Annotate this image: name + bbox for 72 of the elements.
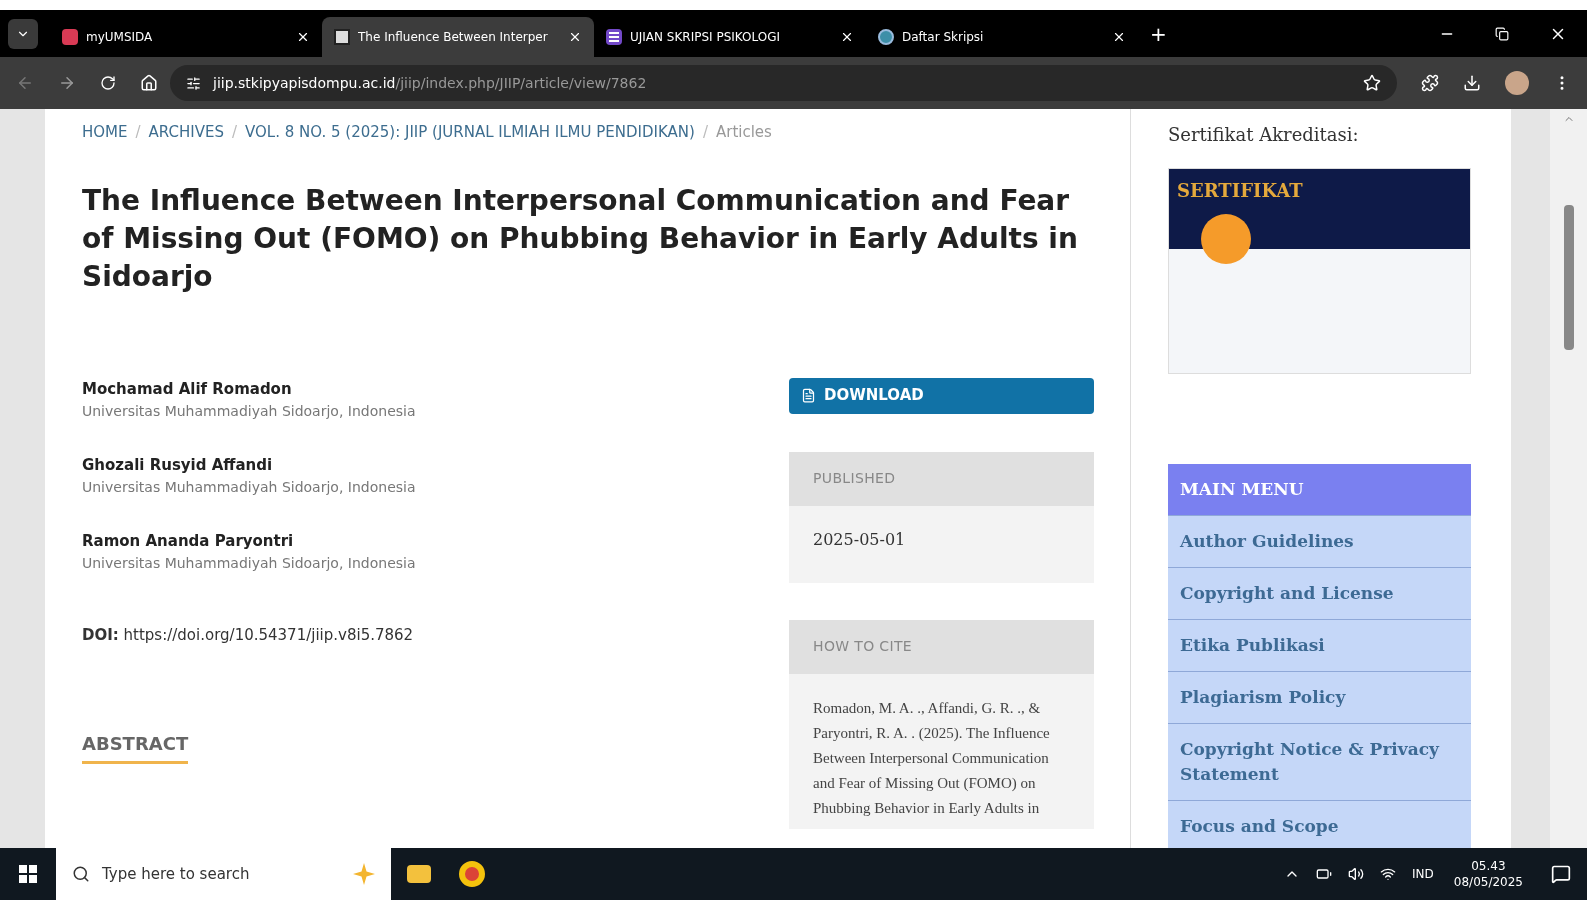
- abstract-heading: ABSTRACT: [82, 730, 189, 764]
- breadcrumb-current: Articles: [715, 122, 772, 143]
- tab-menu-button[interactable]: [8, 18, 38, 49]
- doi-link[interactable]: https://doi.org/10.54371/jiip.v8i5.7862: [123, 625, 414, 644]
- tab-title: myUMSIDA: [86, 29, 154, 46]
- list-icon: [606, 29, 622, 45]
- citation-text: Romadon, M. A. ., Affandi, G. R. ., & Paryontri, R. A. . (2025). The Influence Between Interpersonal Communication and Fear of Missing Out (FOMO) on Phubbing Behavior in Early Adults in: [812, 698, 1051, 818]
- certificate-heading: Sertifikat Akreditasi:: [1168, 123, 1360, 147]
- breadcrumb-separator: /: [231, 122, 237, 143]
- browser-icon[interactable]: [459, 861, 485, 887]
- windows-icon[interactable]: [19, 865, 37, 883]
- breadcrumb-separator: /: [135, 122, 141, 143]
- globe-icon: [878, 29, 894, 45]
- article-title: The Influence Between Interpersonal Communication and Fear of Missing Out (FOMO) on Phubbing Behavior in Early Adults in Sidoarjo: [82, 182, 1079, 295]
- breadcrumb-link[interactable]: HOME: [82, 121, 128, 144]
- author-affiliation: Universitas Muhammadiyah Sidoarjo, Indonesia: [82, 401, 417, 421]
- tab-title: Daftar Skripsi: [902, 29, 985, 46]
- home-icon[interactable]: [140, 74, 158, 92]
- close-icon[interactable]: [568, 30, 582, 44]
- address-bar[interactable]: jiip.stkipyapisdompu.ac.id/jiip/index.php/JIIP/article/view/7862: [170, 65, 1397, 101]
- restore-icon[interactable]: [1495, 26, 1509, 41]
- published-date: 2025-05-01: [812, 529, 907, 551]
- network-icon[interactable]: [1380, 866, 1397, 882]
- tab-title: The Influence Between Interper: [358, 29, 549, 46]
- star-icon[interactable]: [1363, 74, 1381, 92]
- author-affiliation: Universitas Muhammadiyah Sidoarjo, Indonesia: [82, 477, 417, 497]
- menu-link[interactable]: Author Guidelines: [1168, 515, 1471, 567]
- language-indicator[interactable]: IND: [1412, 865, 1434, 883]
- site-logo-icon: [62, 29, 78, 45]
- breadcrumb-link[interactable]: VOL. 8 NO. 5 (2025): JIIP (JURNAL ILMIAH ILMU PENDIDIKAN): [245, 121, 695, 144]
- reload-icon[interactable]: [100, 75, 116, 91]
- author-affiliation: Universitas Muhammadiyah Sidoarjo, Indonesia: [82, 553, 417, 573]
- tab-title: UJIAN SKRIPSI PSIKOLOGI: [630, 29, 782, 46]
- url-text: jiip.stkipyapisdompu.ac.id/jiip/index.php/JIIP/article/view/7862: [213, 73, 647, 93]
- browser-tab[interactable]: The Influence Between Interper: [322, 17, 594, 57]
- menu-link[interactable]: Plagiarism Policy: [1168, 671, 1471, 723]
- volume-icon[interactable]: [1348, 866, 1365, 882]
- extensions-icon[interactable]: [1421, 74, 1439, 92]
- menu-link[interactable]: Copyright and License: [1168, 567, 1471, 619]
- menu-link[interactable]: Copyright Notice & Privacy Statement: [1168, 723, 1471, 800]
- folder-icon[interactable]: [407, 865, 431, 883]
- taskbar-search-field[interactable]: Type here to search: [56, 848, 391, 900]
- breadcrumb-link[interactable]: ARCHIVES: [148, 121, 224, 144]
- close-icon[interactable]: [840, 30, 854, 44]
- site-settings-icon[interactable]: [186, 75, 201, 91]
- main-menu-heading: MAIN MENU: [1168, 464, 1471, 515]
- new-tab-button[interactable]: +: [1150, 18, 1167, 49]
- scrollbar-thumb[interactable]: [1563, 205, 1574, 350]
- clock[interactable]: 05.43 08/05/2025: [1453, 858, 1523, 890]
- download-icon[interactable]: [1463, 74, 1481, 92]
- author-name: Ramon Ananda Paryontri: [82, 530, 295, 552]
- close-icon[interactable]: [1112, 30, 1126, 44]
- author-name: Mochamad Alif Romadon: [82, 378, 293, 400]
- close-icon[interactable]: [296, 30, 310, 44]
- published-heading: PUBLISHED: [789, 451, 1094, 506]
- notifications-icon[interactable]: [1551, 864, 1571, 884]
- search-icon: [72, 865, 90, 883]
- pdf-icon: [801, 388, 816, 403]
- download-button[interactable]: DOWNLOAD: [789, 377, 1094, 414]
- avatar[interactable]: [1505, 71, 1529, 95]
- forward-icon[interactable]: [58, 74, 76, 92]
- doi-text: DOI: https://doi.org/10.54371/jiip.v8i5.7862: [82, 624, 415, 646]
- scrollbar[interactable]: [1550, 109, 1587, 848]
- battery-icon[interactable]: [1316, 866, 1333, 882]
- citation-heading: HOW TO CITE: [789, 619, 1094, 674]
- author-name: Ghozali Rusyid Affandi: [82, 454, 274, 476]
- certificate-title: SERTIFIKAT: [1177, 180, 1303, 201]
- back-icon[interactable]: [16, 74, 34, 92]
- menu-link[interactable]: Etika Publikasi: [1168, 619, 1471, 671]
- site-logo-icon: [334, 29, 350, 45]
- breadcrumb-separator: /: [702, 122, 708, 143]
- sparkle-icon: [353, 863, 375, 885]
